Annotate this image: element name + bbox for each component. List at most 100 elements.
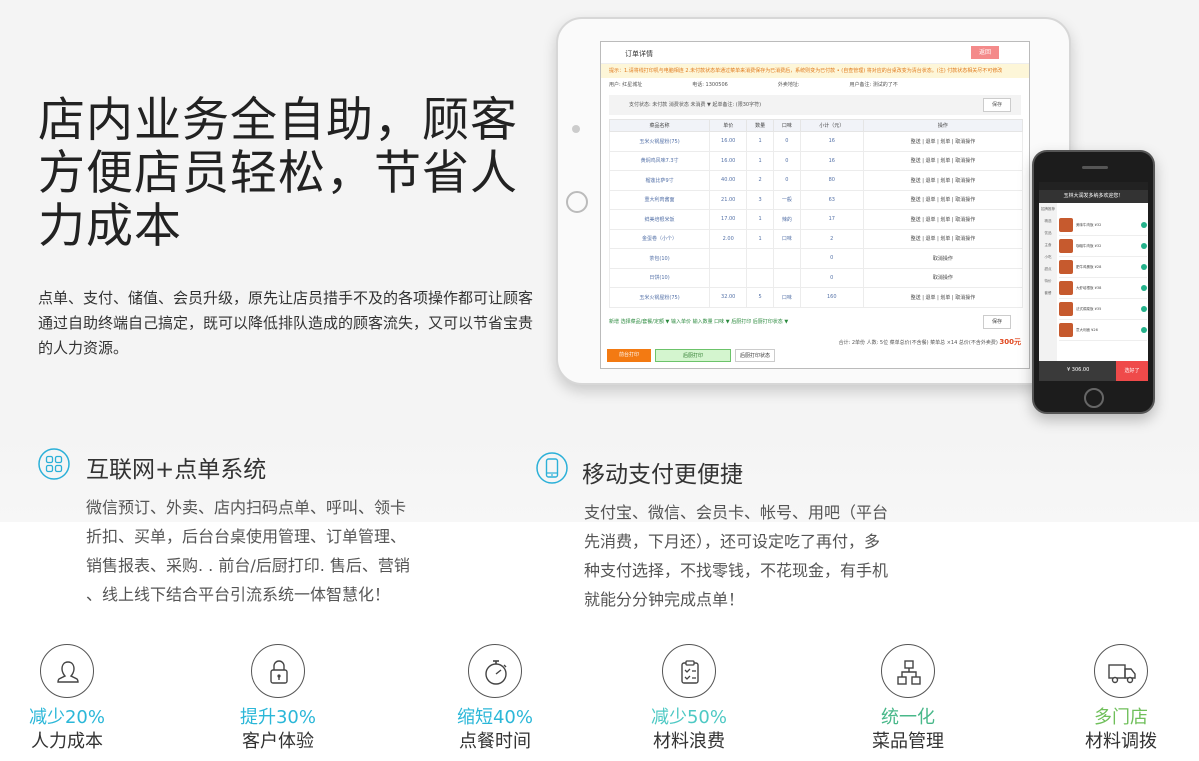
stat-dish-management: 统一化 菜品管理 (833, 644, 983, 753)
table-row: 茶包(10) 0 取消操作 (608, 248, 1024, 269)
category-item[interactable]: 甜点 (1039, 263, 1057, 275)
customer-info: 用户: 红星城址 电话: 1300506 外卖地址: 用户备注: 测试的了不 (601, 78, 1029, 92)
table-cell (773, 248, 801, 269)
table-cell: 3 (746, 189, 774, 210)
table-cell: 玉米火锅屋粉(75) (608, 287, 711, 308)
table-cell (709, 267, 748, 288)
add-dish-icon[interactable] (1141, 243, 1147, 249)
table-cell: 16 (799, 150, 864, 171)
list-item[interactable]: 意大利面 ¥26 (1059, 320, 1147, 341)
tablet-screen: 订单详情 返回 提示：1.请将线打印机与电脑相连 2.未付款状态单通过菜单来消费… (600, 41, 1030, 369)
add-dish-icon[interactable] (1141, 306, 1147, 312)
category-item[interactable]: 饮品 (1039, 227, 1057, 239)
front-print-button[interactable]: 前台打印 (607, 349, 651, 362)
category-item[interactable]: 精选 (1039, 215, 1057, 227)
save-button[interactable]: 保存 (983, 98, 1011, 112)
stat-material-waste: 减少50% 材料浪费 (614, 644, 764, 753)
add-dish-icon[interactable] (1141, 222, 1147, 228)
phone-dish-list: 美味牛肉饭 ¥32 咖喱牛肉饭 ¥32 肥牛鸡蛋饭 ¥28 大虾培根饭 ¥38 法式焗菜… (1059, 215, 1147, 341)
add-dish-icon[interactable] (1141, 285, 1147, 291)
row-actions[interactable]: 取消操作 (862, 248, 1024, 269)
stat-label: 点餐时间 (459, 731, 531, 752)
row-actions[interactable]: 整送 | 退单 | 划单 | 取消操作 (862, 287, 1024, 308)
add-item-text[interactable]: 新增 选择菜品/套餐/定额 ▼ 输入单价 输入数量 口味 ▼ 后厨打印 后厨打印… (609, 319, 788, 325)
order-button[interactable]: 选好了 (1116, 361, 1148, 381)
table-cell: 茶包(10) (608, 248, 711, 269)
kitchen-print-button[interactable]: 后厨打印 (655, 349, 731, 362)
list-item[interactable]: 肥牛鸡蛋饭 ¥28 (1059, 257, 1147, 278)
table-cell: 黄焖鸡风味7.3寸 (608, 150, 711, 171)
row-actions[interactable]: 整送 | 退单 | 划单 | 取消操作 (862, 131, 1024, 152)
order-detail-title: 订单详情 (625, 50, 653, 58)
category-item[interactable]: 招牌推荐 (1039, 203, 1057, 215)
col-taste: 口味 (773, 119, 801, 132)
back-button[interactable]: 返回 (971, 46, 999, 59)
table-row: 日饼(10) 0 取消操作 (608, 267, 1024, 288)
hero-title: 店内业务全自助，顾客方便店员轻松，节省人力成本 (38, 93, 518, 254)
category-item[interactable]: 主食 (1039, 239, 1057, 251)
stat-value: 多门店 (1094, 707, 1148, 728)
col-dish-name: 菜品名称 (608, 119, 711, 132)
kitchen-print-status-select[interactable]: 后厨打印状态 (735, 349, 775, 362)
tip-bar: 提示：1.请将线打印机与电脑相连 2.未付款状态单通过菜单来消费保存为已消费后，… (601, 64, 1029, 78)
stat-labor-cost: 减少20% 人力成本 (0, 644, 142, 753)
cart-price: ¥ 306.00 (1067, 367, 1090, 373)
order-items-table: 菜品名称 单价 数量 口味 小计（元） 操作 玉米火锅屋粉(75) 16.00 1 0… (608, 119, 1024, 308)
row-actions[interactable]: 取消操作 (862, 267, 1024, 288)
order-summary: 合计: 2单份 人数: 5位 菜单总价(不含餐) 菜单总 ×14 总价(不含外卖… (609, 335, 1021, 349)
table-row: 金蛋卷（小个） 2.00 1 口味 2 整送 | 退单 | 划单 | 取消操作 (608, 228, 1024, 249)
table-cell: 0 (773, 131, 801, 152)
list-item[interactable]: 大虾培根饭 ¥38 (1059, 278, 1147, 299)
table-cell: 1 (746, 131, 774, 152)
table-cell (746, 267, 774, 288)
add-dish-icon[interactable] (1141, 327, 1147, 333)
stopwatch-icon (468, 644, 522, 698)
table-cell (773, 267, 801, 288)
checklist-icon (662, 644, 716, 698)
stat-label: 人力成本 (31, 731, 103, 752)
phone-cart-bar: ¥ 306.00 选好了 (1039, 361, 1148, 381)
row-actions[interactable]: 整送 | 退单 | 划单 | 取消操作 (862, 189, 1024, 210)
row-actions[interactable]: 整送 | 退单 | 划单 | 取消操作 (862, 209, 1024, 230)
list-item[interactable]: 法式焗菜饭 ¥35 (1059, 299, 1147, 320)
stat-material-transfer: 多门店 材料调拨 (1046, 644, 1196, 753)
category-item[interactable]: 小吃 (1039, 251, 1057, 263)
col-subtotal: 小计（元） (799, 119, 864, 132)
table-cell: 0 (773, 150, 801, 171)
row-actions[interactable]: 整送 | 退单 | 划单 | 取消操作 (862, 228, 1024, 249)
category-item[interactable]: 特价 (1039, 275, 1057, 287)
feature-desc-line: 支付宝、微信、会员卡、帐号、用吧（平台 (584, 503, 889, 522)
row-actions[interactable]: 整送 | 退单 | 划单 | 取消操作 (862, 150, 1024, 171)
table-row: 鲜美培根米饭 17.00 1 辣的 17 整送 | 退单 | 划单 | 取消操作 (608, 209, 1024, 230)
phone-title: 玉林大润发多纳多欢迎您！ (1039, 190, 1148, 203)
col-actions: 操作 (862, 119, 1024, 132)
category-item[interactable]: 套餐 (1039, 287, 1057, 299)
table-cell: 1 (746, 150, 774, 171)
row-actions[interactable]: 整送 | 退单 | 划单 | 取消操作 (862, 170, 1024, 191)
tablet-home-button (566, 191, 588, 213)
feature-desc-line: 销售报表、采购. . 前台/后厨打印. 售后、营销 (86, 556, 410, 575)
table-cell: 17 (799, 209, 864, 230)
dish-name: 法式焗菜饭 ¥35 (1076, 306, 1102, 311)
col-unit-price: 单价 (709, 119, 748, 132)
info-remark: 用户备注: 测试的了不 (849, 82, 898, 88)
add-item-bar: 新增 选择菜品/套餐/定额 ▼ 输入单价 输入数量 口味 ▼ 后厨打印 后厨打印… (609, 313, 1021, 331)
list-item[interactable]: 咖喱牛肉饭 ¥32 (1059, 236, 1147, 257)
add-dish-icon[interactable] (1141, 264, 1147, 270)
order-total: 300元 (999, 337, 1021, 346)
table-cell: 17.00 (709, 209, 748, 230)
table-cell: 1 (746, 209, 774, 230)
table-cell: 重大利肉酱面 (608, 189, 711, 210)
table-cell: 16.00 (709, 131, 748, 152)
col-quantity: 数量 (746, 119, 774, 132)
dish-image (1059, 260, 1073, 274)
stat-value: 缩短40% (456, 707, 533, 728)
table-cell: 0 (799, 248, 864, 269)
stat-customer-experience: 提升30% 客户体验 (203, 644, 353, 753)
info-phone: 电话: 1300506 (692, 82, 728, 88)
add-save-button[interactable]: 保存 (983, 314, 1011, 329)
phone-screen: 玉林大润发多纳多欢迎您！ 招牌推荐 精选 饮品 主食 小吃 甜点 特价 套餐 美… (1039, 182, 1148, 381)
list-item[interactable]: 美味牛肉饭 ¥32 (1059, 215, 1147, 236)
feature-title-ordering: 互联网+点单系统 (86, 457, 267, 483)
dish-name: 咖喱牛肉饭 ¥32 (1076, 243, 1102, 248)
